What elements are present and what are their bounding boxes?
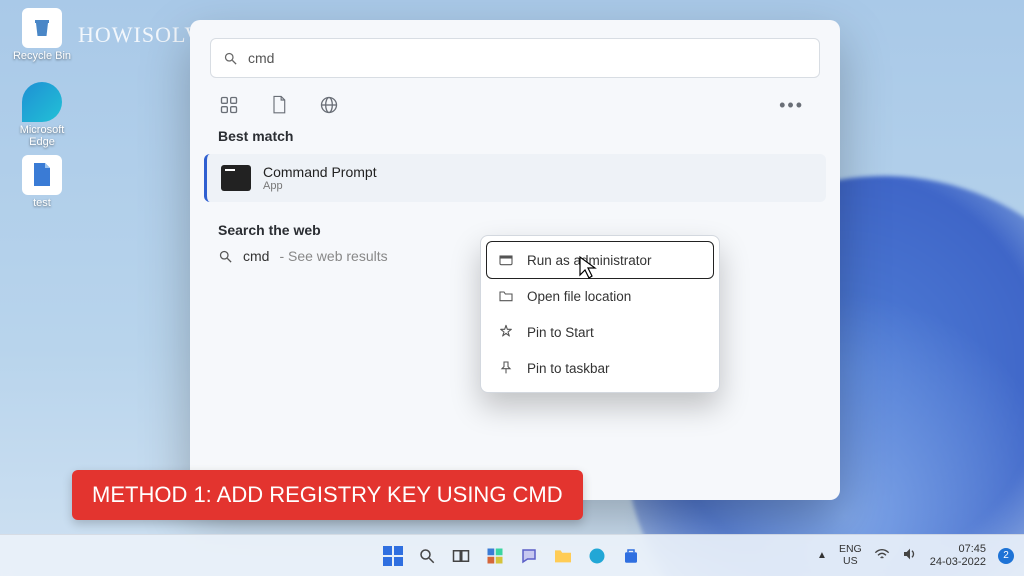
file-icon <box>22 155 62 195</box>
edge-icon <box>22 82 62 122</box>
start-button[interactable] <box>379 542 407 570</box>
chat-button[interactable] <box>515 542 543 570</box>
task-view-button[interactable] <box>447 542 475 570</box>
explorer-button[interactable] <box>549 542 577 570</box>
best-match-result[interactable]: Command Prompt App <box>204 154 826 202</box>
method-caption: METHOD 1: ADD REGISTRY KEY USING CMD <box>72 470 583 520</box>
edge-button[interactable] <box>583 542 611 570</box>
pin-icon <box>497 323 515 341</box>
more-filters-button[interactable]: ••• <box>779 95 812 116</box>
search-input[interactable]: cmd <box>210 38 820 78</box>
web-result-suffix: - See web results <box>279 248 387 264</box>
desktop-icon-label: Microsoft Edge <box>12 124 72 148</box>
volume-icon[interactable] <box>902 547 918 564</box>
taskbar-center <box>379 542 645 570</box>
menu-item-label: Run as administrator <box>527 253 652 268</box>
store-button[interactable] <box>617 542 645 570</box>
filter-web-icon[interactable] <box>318 94 340 116</box>
result-title: Command Prompt <box>263 164 377 180</box>
menu-run-as-admin[interactable]: Run as administrator <box>487 242 713 278</box>
menu-open-file-location[interactable]: Open file location <box>487 278 713 314</box>
context-menu: Run as administrator Open file location … <box>480 235 720 393</box>
clock[interactable]: 07:45 24-03-2022 <box>930 543 986 567</box>
menu-pin-to-taskbar[interactable]: Pin to taskbar <box>487 350 713 386</box>
search-icon <box>218 249 233 264</box>
notification-badge[interactable]: 2 <box>998 548 1014 564</box>
desktop-icon-label: Recycle Bin <box>12 50 72 62</box>
desktop-icon-edge[interactable]: Microsoft Edge <box>12 82 72 148</box>
result-subtitle: App <box>263 180 377 192</box>
menu-item-label: Pin to Start <box>527 325 594 340</box>
pin-taskbar-icon <box>497 359 515 377</box>
tray-chevron-icon[interactable]: ▲ <box>817 550 827 561</box>
menu-pin-to-start[interactable]: Pin to Start <box>487 314 713 350</box>
windows-logo-icon <box>383 546 403 566</box>
menu-item-label: Open file location <box>527 289 631 304</box>
desktop-icon-test[interactable]: test <box>12 155 72 209</box>
taskbar-search-button[interactable] <box>413 542 441 570</box>
filter-apps-icon[interactable] <box>218 94 240 116</box>
desktop-icon-recycle-bin[interactable]: Recycle Bin <box>12 8 72 62</box>
desktop-icon-label: test <box>12 197 72 209</box>
best-match-label: Best match <box>218 128 812 144</box>
search-query-text: cmd <box>248 50 274 66</box>
search-icon <box>223 51 238 66</box>
folder-icon <box>497 287 515 305</box>
command-prompt-icon <box>221 165 251 191</box>
taskbar-right: ▲ ENG US 07:45 24-03-2022 2 <box>817 543 1014 567</box>
filter-row: ••• <box>218 94 812 116</box>
menu-item-label: Pin to taskbar <box>527 361 610 376</box>
web-result-term: cmd <box>243 248 269 264</box>
taskbar: ▲ ENG US 07:45 24-03-2022 2 <box>0 534 1024 576</box>
filter-documents-icon[interactable] <box>268 94 290 116</box>
recycle-bin-icon <box>22 8 62 48</box>
network-icon[interactable] <box>874 547 890 564</box>
widgets-button[interactable] <box>481 542 509 570</box>
admin-shield-icon <box>497 251 515 269</box>
language-indicator[interactable]: ENG US <box>839 544 862 566</box>
